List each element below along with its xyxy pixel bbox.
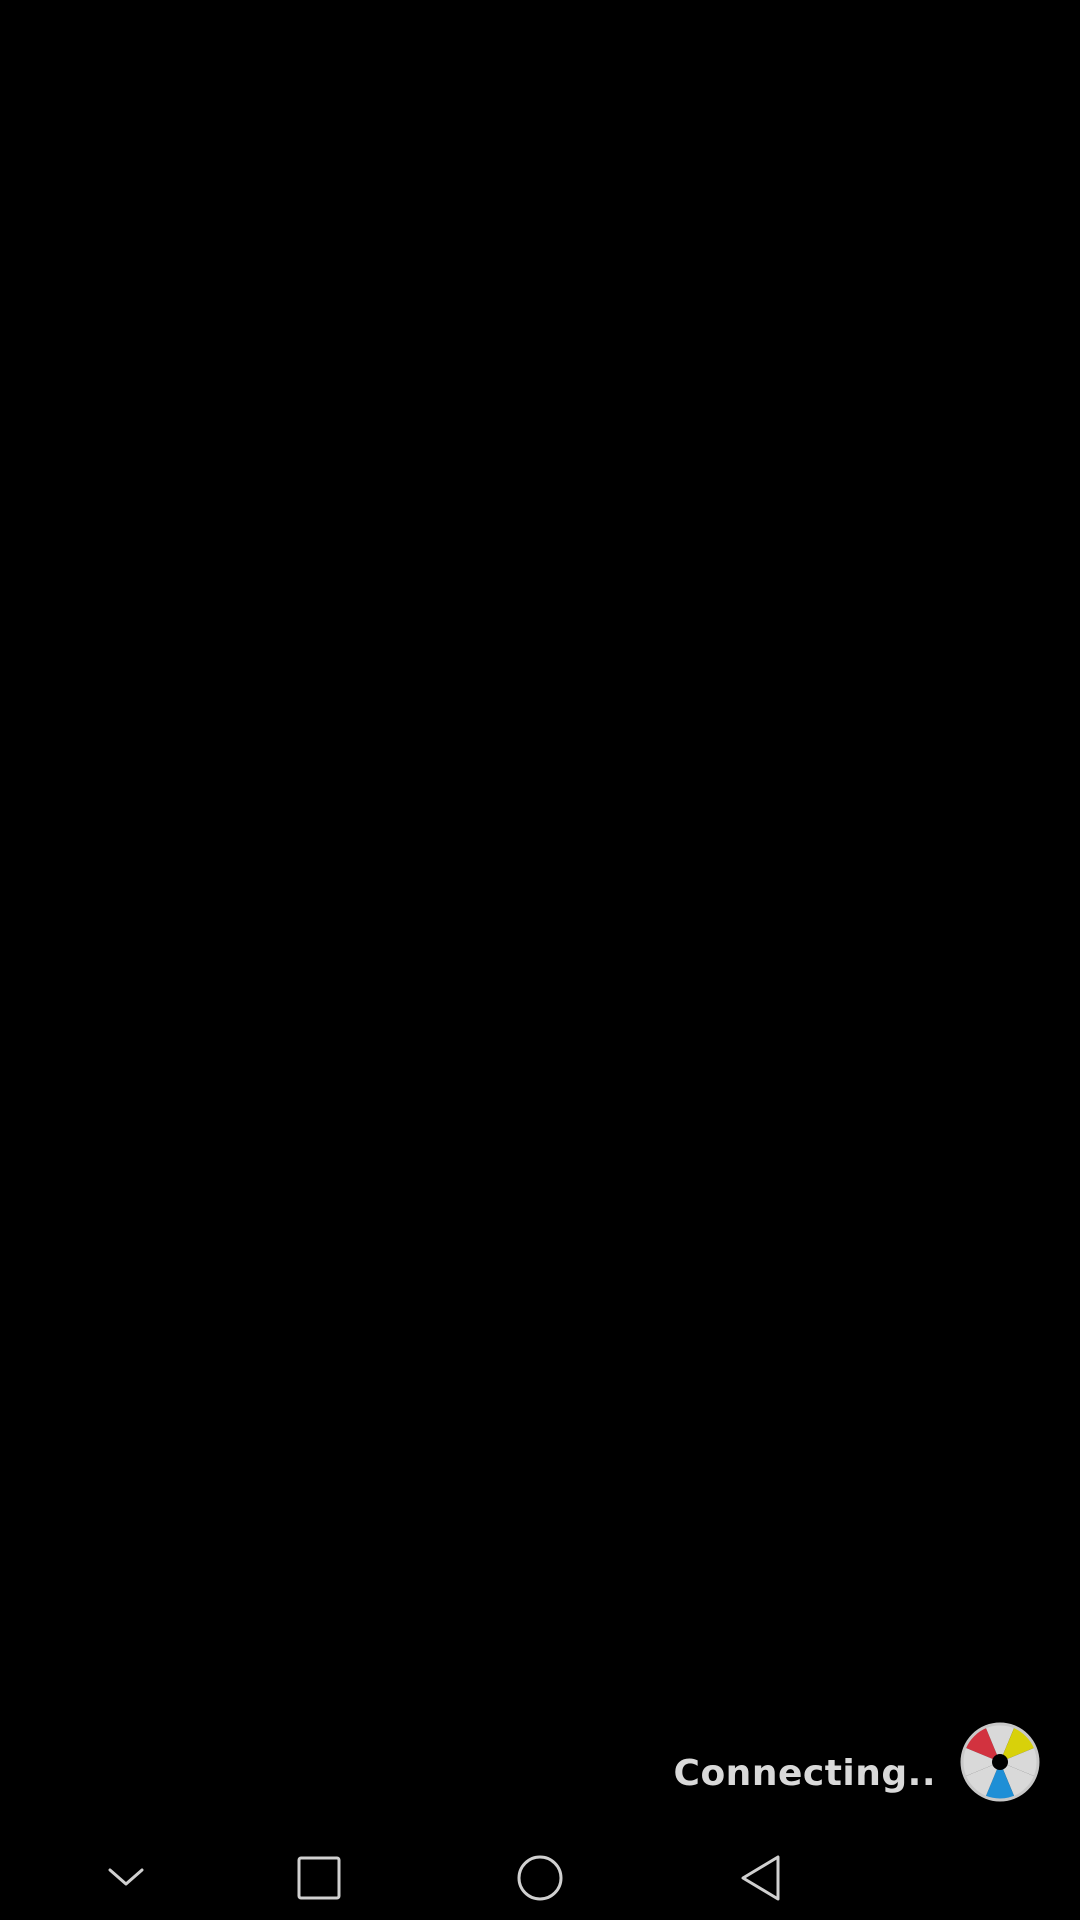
nav-back-button[interactable] (700, 1836, 820, 1920)
connecting-label: Connecting.. (673, 1752, 936, 1794)
chevron-down-icon (108, 1868, 144, 1886)
nav-recents-button[interactable] (259, 1836, 379, 1920)
square-icon (297, 1856, 341, 1900)
triangle-back-icon (741, 1855, 780, 1901)
spinner-hub (992, 1754, 1008, 1770)
app-screen: Connecting.. (0, 0, 1080, 1920)
nav-home-button[interactable] (480, 1836, 600, 1920)
circle-icon (517, 1855, 563, 1901)
loading-spinner-icon (958, 1720, 1042, 1804)
connection-status: Connecting.. (674, 1720, 1042, 1804)
main-content-area (0, 0, 1080, 1836)
nav-hide-keyboard-button[interactable] (66, 1836, 186, 1920)
system-navigation-bar (0, 1836, 1080, 1920)
